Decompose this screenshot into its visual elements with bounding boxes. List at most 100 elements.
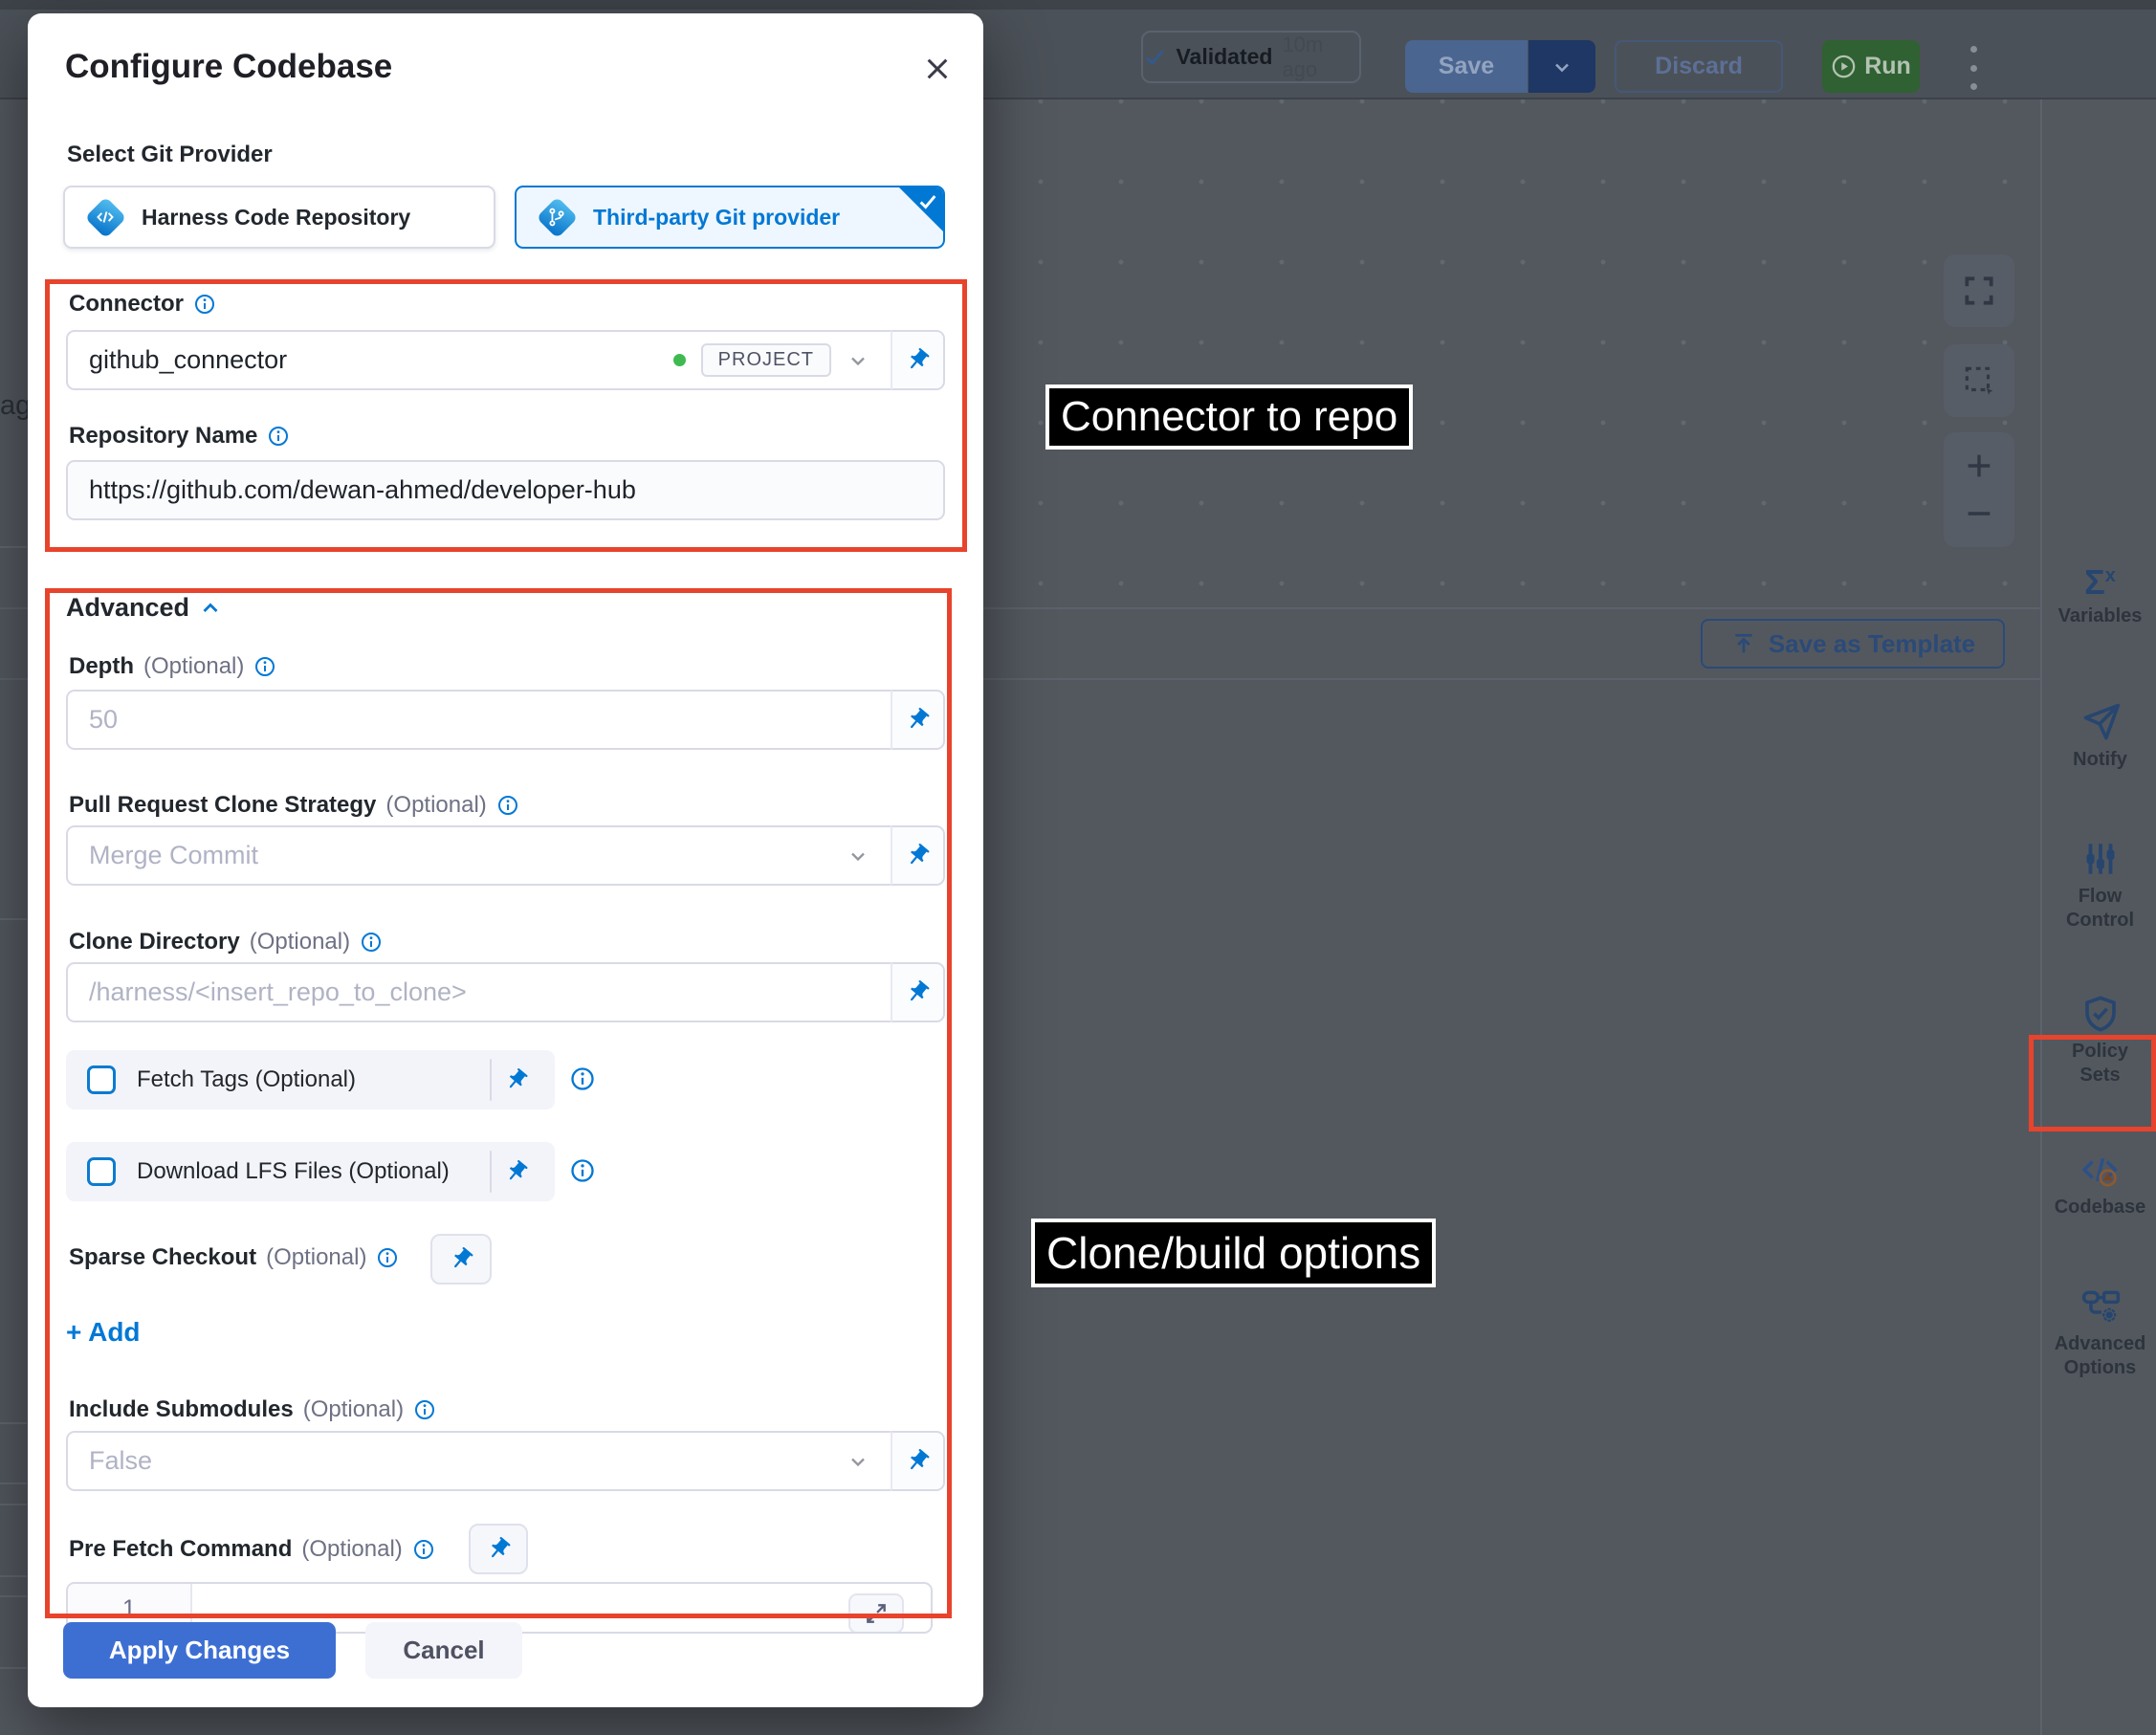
rail-item-notify[interactable]: Notify — [2042, 700, 2156, 772]
info-icon[interactable] — [412, 1538, 435, 1561]
download-lfs-checkbox[interactable] — [87, 1157, 116, 1186]
connector-pin-toggle[interactable] — [891, 330, 945, 390]
rail-item-flow-control[interactable]: Flow Control — [2042, 837, 2156, 933]
editor-expand-button[interactable] — [848, 1593, 904, 1634]
chevron-down-icon — [1551, 55, 1573, 78]
save-button[interactable]: Save — [1405, 40, 1528, 93]
repository-name-value: https://github.com/dewan-ahmed/developer… — [89, 475, 636, 505]
depth-label: Depth(Optional) — [69, 653, 276, 680]
fetch-tags-checkbox[interactable] — [87, 1065, 116, 1094]
notify-icon — [2042, 700, 2156, 744]
left-truncated-text: ag — [0, 390, 31, 422]
upload-template-icon — [1730, 630, 1757, 657]
depth-field: 50 — [66, 690, 945, 750]
provider-label: Harness Code Repository — [142, 205, 410, 231]
zoom-controls — [1944, 432, 2014, 547]
provider-card-harness[interactable]: Harness Code Repository — [63, 186, 495, 249]
connector-select[interactable]: github_connector PROJECT — [66, 330, 891, 390]
advanced-label: Advanced — [66, 593, 189, 623]
info-icon[interactable] — [253, 655, 276, 678]
sparse-checkout-pin-toggle[interactable] — [430, 1234, 492, 1285]
run-label: Run — [1864, 53, 1911, 80]
provider-label: Third-party Git provider — [593, 205, 840, 231]
marquee-select-button[interactable] — [1944, 344, 2014, 417]
fullscreen-button[interactable] — [1944, 254, 2014, 327]
include-submodules-label: Include Submodules(Optional) — [69, 1396, 436, 1423]
zoom-in-icon[interactable] — [1963, 450, 1995, 482]
pin-icon — [905, 347, 931, 373]
include-submodules-pin-toggle[interactable] — [891, 1431, 945, 1491]
rail-label: Variables — [2052, 604, 2149, 628]
pin-icon — [486, 1536, 512, 1562]
selected-check-icon — [917, 191, 938, 212]
depth-pin-toggle[interactable] — [891, 690, 945, 750]
pin-icon — [449, 1246, 474, 1272]
info-icon[interactable] — [376, 1246, 399, 1269]
harness-code-icon — [84, 196, 126, 238]
pr-clone-strategy-select[interactable]: Merge Commit — [66, 825, 891, 886]
info-icon[interactable] — [413, 1398, 436, 1421]
rail-label: Flow Control — [2052, 885, 2149, 933]
validated-status-badge: Validated 10m ago — [1141, 31, 1361, 83]
download-lfs-pin-toggle[interactable] — [492, 1159, 541, 1184]
pin-icon — [905, 707, 931, 733]
save-as-template-label: Save as Template — [1769, 629, 1975, 659]
flow-control-icon — [2042, 837, 2156, 881]
info-icon[interactable] — [193, 293, 216, 316]
info-icon[interactable] — [360, 931, 383, 954]
annotation-note-clone: Clone/build options — [1031, 1219, 1436, 1287]
pr-clone-strategy-pin-toggle[interactable] — [891, 825, 945, 886]
chevron-down-icon[interactable] — [847, 349, 869, 372]
pre-fetch-pin-toggle[interactable] — [469, 1524, 528, 1574]
browser-top-strip — [0, 0, 2156, 10]
depth-input[interactable]: 50 — [66, 690, 891, 750]
fetch-tags-pin-toggle[interactable] — [492, 1067, 541, 1092]
save-as-template-button[interactable]: Save as Template — [1701, 619, 2005, 669]
policy-sets-icon — [2042, 992, 2156, 1036]
scope-badge: PROJECT — [701, 343, 831, 377]
discard-button[interactable]: Discard — [1615, 40, 1783, 93]
download-lfs-row: Download LFS Files (Optional) — [66, 1142, 555, 1201]
rail-item-variables[interactable]: Σx Variables — [2042, 557, 2156, 628]
advanced-toggle[interactable]: Advanced — [66, 593, 222, 623]
repository-name-input[interactable]: https://github.com/dewan-ahmed/developer… — [66, 460, 945, 520]
clone-directory-input[interactable]: /harness/<insert_repo_to_clone> — [66, 962, 891, 1022]
connector-status-dot — [673, 354, 686, 366]
git-provider-section-label: Select Git Provider — [67, 142, 273, 168]
variables-icon: Σx — [2042, 557, 2156, 601]
include-submodules-select[interactable]: False — [66, 1431, 891, 1491]
pipeline-studio-screen: Validated 10m ago Save Discard Run ag Sa… — [0, 0, 2156, 1735]
sparse-checkout-add-link[interactable]: + Add — [66, 1317, 141, 1348]
clone-directory-pin-toggle[interactable] — [891, 962, 945, 1022]
apply-changes-button[interactable]: Apply Changes — [63, 1622, 336, 1679]
rail-item-advanced-options[interactable]: Advanced Options — [2042, 1285, 2156, 1380]
pin-icon — [905, 979, 931, 1005]
configure-codebase-dialog: Configure Codebase Select Git Provider H… — [28, 13, 983, 1707]
clone-directory-label: Clone Directory(Optional) — [69, 929, 383, 955]
info-icon[interactable] — [569, 1157, 596, 1184]
zoom-out-icon[interactable] — [1963, 497, 1995, 530]
save-options-caret[interactable] — [1529, 40, 1595, 93]
fetch-tags-row: Fetch Tags (Optional) — [66, 1050, 555, 1109]
pin-icon — [905, 1448, 931, 1474]
studio-right-rail: Σx Variables Notify Flow Control Policy … — [2040, 99, 2156, 1735]
rail-label: Notify — [2052, 748, 2149, 772]
info-icon[interactable] — [267, 425, 290, 448]
check-icon — [1143, 45, 1166, 70]
connector-value: github_connector — [89, 345, 287, 375]
marquee-selection-icon — [1961, 362, 1997, 399]
info-icon[interactable] — [496, 794, 519, 817]
connector-field: github_connector PROJECT — [66, 330, 945, 390]
validated-time: 10m ago — [1282, 33, 1359, 82]
info-icon[interactable] — [569, 1065, 596, 1092]
pin-icon — [504, 1067, 529, 1092]
rail-item-codebase[interactable]: Codebase — [2042, 1148, 2156, 1219]
rail-label: Codebase — [2052, 1196, 2149, 1219]
provider-card-third-party[interactable]: Third-party Git provider — [515, 186, 945, 249]
rail-item-policy-sets[interactable]: Policy Sets — [2042, 992, 2156, 1087]
close-button[interactable] — [920, 52, 955, 86]
depth-placeholder: 50 — [89, 705, 118, 735]
cancel-button[interactable]: Cancel — [365, 1622, 522, 1679]
more-options-menu[interactable] — [1969, 46, 1978, 90]
run-button[interactable]: Run — [1822, 40, 1920, 93]
